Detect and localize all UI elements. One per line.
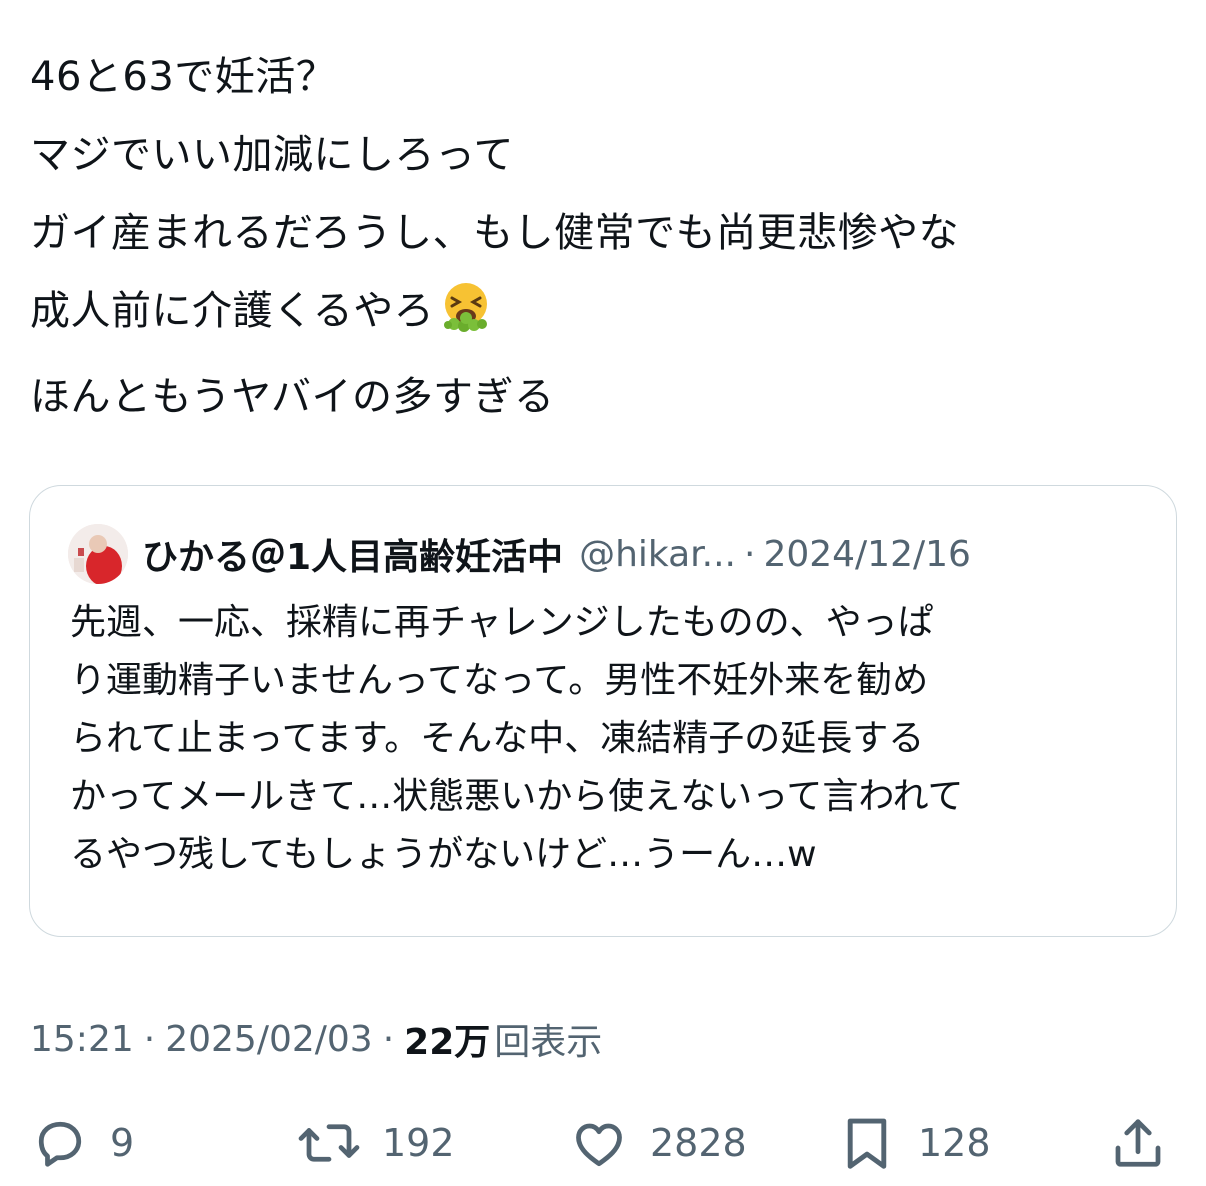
retweet-button[interactable]: 192	[296, 1105, 455, 1181]
share-button[interactable]	[1108, 1105, 1168, 1181]
like-button[interactable]: 2828	[568, 1105, 747, 1181]
avatar[interactable]	[68, 524, 128, 584]
reply-count: 9	[110, 1121, 135, 1165]
quoted-tweet-text: 先週、一応、採精に再チャレンジしたものの、やっぱ り運動精子いませんってなって。…	[70, 594, 1150, 884]
bookmark-count: 128	[918, 1121, 991, 1165]
quoted-tweet-date[interactable]: 2024/12/16	[763, 534, 971, 575]
quoted-text-line: 先週、一応、採精に再チャレンジしたものの、やっぱ	[70, 602, 934, 643]
bookmark-button[interactable]: 128	[836, 1105, 991, 1181]
separator-dot: ·	[382, 1018, 395, 1060]
quoted-tweet-card[interactable]: ひかる＠1人目高齢妊活中 @hikar... · 2024/12/16 先週、一…	[29, 485, 1177, 937]
tweet-text: 46と63で妊活？ マジでいい加減にしろって ガイ産まれるだろうし、もし健常でも…	[30, 38, 1180, 436]
tweet-detail: 46と63で妊活？ マジでいい加減にしろって ガイ産まれるだろうし、もし健常でも…	[0, 0, 1206, 1186]
tweet-line: マジでいい加減にしろって	[30, 132, 514, 178]
quoted-author-name[interactable]: ひかる＠1人目高齢妊活中	[142, 528, 563, 580]
bookmark-icon	[836, 1111, 898, 1175]
quoted-tweet-header: ひかる＠1人目高齢妊活中 @hikar... · 2024/12/16	[68, 524, 971, 584]
retweet-count: 192	[382, 1121, 455, 1165]
tweet-line: ほんともうヤバイの多すぎる	[30, 374, 555, 420]
tweet-date[interactable]: 2025/02/03	[165, 1019, 373, 1060]
quoted-text-line: るやつ残してもしょうがないけど…うーん…w	[70, 834, 817, 875]
tweet-line-with-emoji: 成人前に介護くるやろ	[30, 272, 1180, 358]
quoted-text-line: られて止まってます。そんな中、凍結精子の延長する	[70, 718, 925, 759]
share-icon	[1108, 1111, 1168, 1175]
tweet-line: 成人前に介護くるやろ	[30, 288, 435, 334]
retweet-icon	[296, 1113, 362, 1173]
tweet-line: ガイ産まれるだろうし、もし健常でも尚更悲惨やな	[30, 210, 960, 256]
reply-button[interactable]: 9	[30, 1105, 134, 1181]
like-count: 2828	[650, 1121, 747, 1165]
action-bar: 9 192 2828 128	[0, 1105, 1206, 1181]
view-count[interactable]: 22万	[404, 1013, 490, 1065]
separator-dot: ·	[743, 533, 756, 575]
face-vomiting-emoji	[440, 280, 492, 358]
view-count-label: 回表示	[494, 1022, 603, 1063]
quoted-text-line: かってメールきて…状態悪いから使えないって言われて	[70, 776, 964, 817]
separator-dot: ·	[143, 1018, 156, 1060]
tweet-time[interactable]: 15:21	[30, 1019, 134, 1060]
reply-icon	[30, 1113, 90, 1173]
quoted-text-line: り運動精子いませんってなって。男性不妊外来を勧め	[70, 660, 929, 701]
tweet-metadata: 15:21 · 2025/02/03 · 22万 回表示	[30, 1014, 602, 1064]
heart-icon	[568, 1113, 630, 1173]
quoted-author-handle[interactable]: @hikar...	[579, 534, 736, 575]
tweet-line: 46と63で妊活？	[30, 54, 337, 100]
